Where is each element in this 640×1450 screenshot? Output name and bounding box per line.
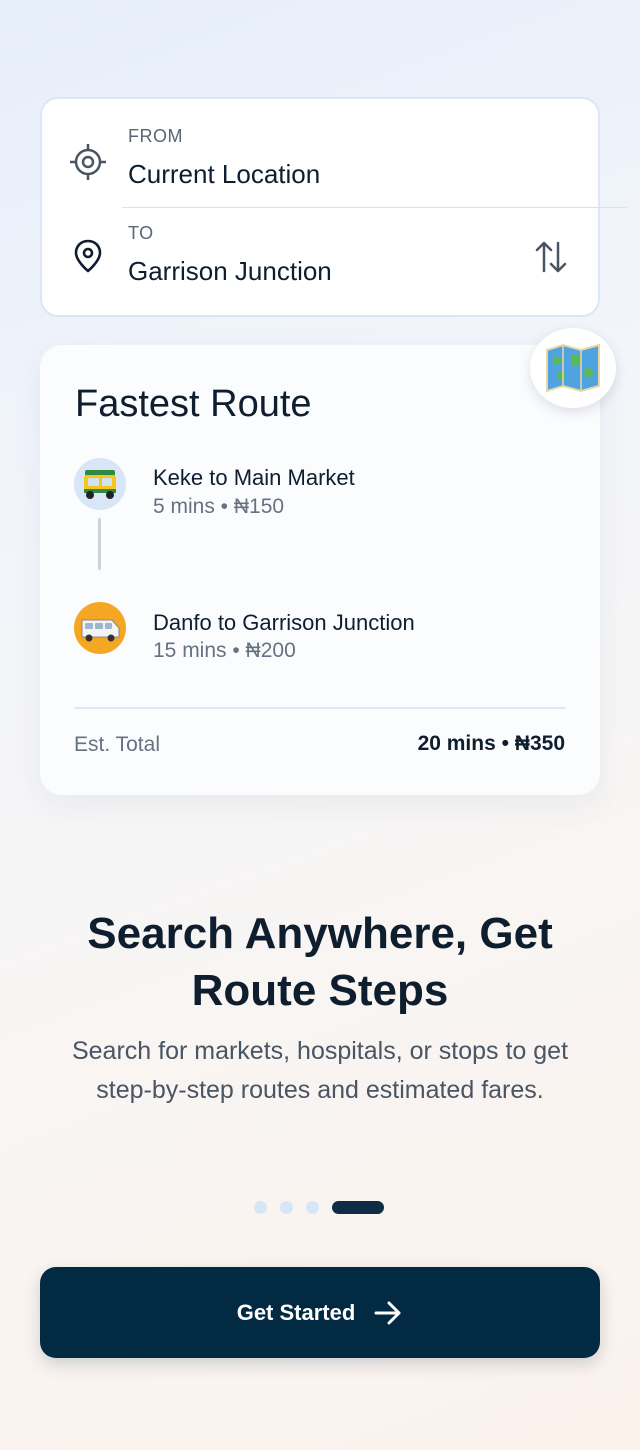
onboarding-headline: Search Anywhere, Get Route Steps: [40, 905, 600, 1019]
step-1-detail: 5 mins • ₦150: [153, 495, 285, 518]
field-divider: [122, 207, 627, 208]
page-dot-2[interactable]: [280, 1201, 293, 1214]
crosshair-location-icon: [70, 144, 106, 180]
page-dot-4-active[interactable]: [332, 1201, 384, 1214]
danfo-bus-icon: [81, 619, 120, 642]
to-value[interactable]: Garrison Junction: [128, 256, 332, 287]
get-started-label: Get Started: [236, 1299, 356, 1325]
to-label: TO: [128, 223, 154, 243]
world-map-badge: [530, 328, 616, 408]
keke-step-icon: [74, 458, 126, 510]
onboarding-description: Search for markets, hospitals, or stops …: [71, 1037, 569, 1104]
arrow-right-icon: [374, 1301, 401, 1324]
route-title: Fastest Route: [75, 383, 312, 425]
danfo-step-icon: [74, 602, 126, 654]
step-2-title: Danfo to Garrison Junction: [153, 610, 415, 635]
route-search-card: FROM Current Location TO Garrison Juncti…: [40, 97, 627, 319]
step-1-title: Keke to Main Market: [153, 465, 355, 490]
world-map-icon: [546, 343, 600, 393]
from-label: FROM: [128, 126, 183, 146]
page-dot-1[interactable]: [254, 1201, 267, 1214]
map-pin-icon: [74, 239, 102, 273]
from-field[interactable]: FROM Current Location: [42, 99, 598, 209]
headline-line-2: Route Steps: [191, 966, 449, 1015]
page-dot-3[interactable]: [306, 1201, 319, 1214]
keke-icon: [84, 470, 116, 499]
page-indicator: [254, 1201, 384, 1214]
step-2-detail: 15 mins • ₦200: [153, 639, 296, 662]
estimate-total-label: Est. Total: [74, 733, 160, 756]
fastest-route-card: Fastest Route Keke to Main Market 5 mins…: [40, 345, 600, 795]
to-field[interactable]: TO Garrison Junction: [42, 209, 598, 319]
from-value[interactable]: Current Location: [128, 159, 320, 190]
card-divider: [74, 707, 566, 709]
route-connector: [98, 518, 101, 570]
get-started-button[interactable]: Get Started: [40, 1267, 600, 1358]
swap-arrows-icon[interactable]: [534, 237, 568, 277]
estimate-total-value: 20 mins • ₦350: [417, 732, 565, 755]
headline-line-1: Search Anywhere, Get: [87, 909, 553, 958]
